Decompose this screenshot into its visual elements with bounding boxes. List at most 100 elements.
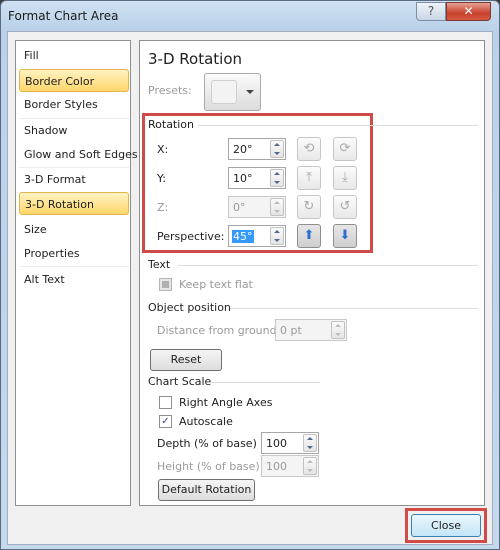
rotate-clockwise-button[interactable]: ↻ — [297, 195, 321, 219]
z-label: Z: — [157, 201, 169, 214]
distance-spinner[interactable] — [331, 321, 345, 339]
z-rotation-value: 0° — [233, 201, 246, 214]
spin-up-icon — [307, 460, 313, 463]
presets-label: Presets: — [148, 84, 192, 97]
default-rotation-button[interactable]: Default Rotation — [158, 479, 255, 501]
perspective-value: 45° — [232, 230, 254, 243]
spin-up-icon — [335, 324, 341, 327]
rotate-up-icon: ⤒ — [306, 170, 312, 185]
rotate-right-icon: ⟳ — [339, 141, 351, 156]
text-heading: Text — [148, 258, 171, 271]
distance-from-ground-input[interactable]: 0 pt — [275, 319, 347, 341]
settings-panel: 3-D Rotation Presets: Rotation X: 20° ⟲ … — [139, 40, 485, 506]
object-position-heading: Object position — [148, 301, 231, 314]
divider — [19, 266, 129, 267]
x-rotation-spinner[interactable] — [270, 140, 284, 158]
presets-dropdown[interactable] — [204, 73, 261, 111]
y-rotation-input[interactable]: 10° — [228, 167, 286, 189]
window-close-button[interactable]: ✕ — [446, 2, 491, 21]
dialog-title: Format Chart Area — [8, 9, 119, 23]
widen-field-icon: ⬇ — [339, 228, 351, 243]
height-label: Height (% of base) — [157, 460, 260, 473]
close-icon: ✕ — [463, 4, 474, 18]
perspective-spinner[interactable] — [270, 227, 284, 245]
spin-up-icon — [274, 201, 280, 204]
x-rotation-value: 20° — [233, 143, 253, 156]
autoscale-label: Autoscale — [179, 415, 233, 428]
section-divider — [230, 308, 478, 309]
spin-up-icon — [274, 230, 280, 233]
help-icon: ? — [427, 4, 435, 18]
nav-item-border-styles[interactable]: Border Styles — [19, 93, 129, 116]
nav-item-fill[interactable]: Fill — [19, 44, 129, 67]
spin-down-icon — [274, 152, 280, 155]
rotate-counterclockwise-icon: ↺ — [339, 199, 351, 214]
distance-from-ground-label: Distance from ground: — [157, 324, 281, 337]
depth-spinner[interactable] — [303, 434, 317, 452]
title-bar[interactable]: Format Chart Area ? ✕ — [1, 1, 499, 31]
keep-text-flat-checkbox[interactable] — [159, 278, 172, 291]
rotate-left-button[interactable]: ⟲ — [297, 137, 321, 161]
section-divider — [210, 382, 320, 383]
spin-down-icon — [335, 333, 341, 336]
z-rotation-spinner[interactable] — [270, 198, 284, 216]
help-button[interactable]: ? — [416, 2, 446, 21]
rotate-right-button[interactable]: ⟳ — [333, 137, 357, 161]
x-rotation-input[interactable]: 20° — [228, 138, 286, 160]
height-input[interactable]: 100 — [261, 455, 319, 477]
checkmark-icon: ✓ — [161, 416, 170, 427]
widen-field-button[interactable]: ⬇ — [333, 224, 357, 248]
close-button[interactable]: Close — [411, 514, 481, 537]
perspective-label: Perspective: — [157, 230, 225, 243]
nav-item-glow-soft-edges[interactable]: Glow and Soft Edges — [19, 143, 138, 166]
narrow-field-icon: ⬆ — [303, 228, 315, 243]
perspective-input[interactable]: 45° — [228, 225, 286, 247]
right-angle-axes-checkbox[interactable] — [159, 396, 172, 409]
nav-item-3d-format[interactable]: 3-D Format — [19, 168, 129, 191]
panel-title: 3-D Rotation — [148, 50, 243, 68]
spin-down-icon — [274, 210, 280, 213]
spin-up-icon — [307, 437, 313, 440]
dialog-body: Fill Border Color Border Styles Shadow G… — [7, 31, 493, 545]
rotate-clockwise-icon: ↻ — [303, 199, 315, 214]
spin-up-icon — [274, 143, 280, 146]
spin-down-icon — [274, 181, 280, 184]
section-divider — [198, 125, 478, 126]
nav-item-alt-text[interactable]: Alt Text — [19, 268, 129, 291]
nav-item-size[interactable]: Size — [19, 218, 129, 241]
y-rotation-spinner[interactable] — [270, 169, 284, 187]
nav-item-shadow[interactable]: Shadow — [19, 119, 129, 142]
rotate-left-icon: ⟲ — [303, 141, 315, 156]
rotate-counterclockwise-button[interactable]: ↺ — [333, 195, 357, 219]
right-angle-axes-label: Right Angle Axes — [179, 396, 273, 409]
nav-item-3d-rotation[interactable]: 3-D Rotation — [19, 192, 129, 215]
height-spinner[interactable] — [303, 457, 317, 475]
category-list: Fill Border Color Border Styles Shadow G… — [15, 40, 138, 506]
section-divider — [178, 265, 478, 266]
preset-swatch — [211, 80, 237, 104]
format-chart-area-dialog: Format Chart Area ? ✕ Fill Border Color … — [0, 0, 500, 550]
rotate-up-button[interactable]: ⤒ — [297, 166, 321, 190]
z-rotation-input[interactable]: 0° — [228, 196, 286, 218]
spin-down-icon — [307, 469, 313, 472]
rotation-heading: Rotation — [148, 118, 195, 131]
depth-value: 100 — [266, 437, 287, 450]
spin-down-icon — [307, 446, 313, 449]
rotate-down-button[interactable]: ⤓ — [333, 166, 357, 190]
reset-button[interactable]: Reset — [150, 349, 222, 371]
y-label: Y: — [157, 172, 166, 185]
autoscale-checkbox[interactable]: ✓ — [159, 415, 172, 428]
spin-down-icon — [274, 239, 280, 242]
chart-scale-heading: Chart Scale — [148, 375, 212, 388]
chevron-down-icon — [246, 90, 254, 94]
nav-item-properties[interactable]: Properties — [19, 242, 129, 265]
depth-label: Depth (% of base) — [157, 437, 257, 450]
nav-item-border-color[interactable]: Border Color — [19, 69, 129, 92]
height-value: 100 — [266, 460, 287, 473]
depth-input[interactable]: 100 — [261, 432, 319, 454]
x-label: X: — [157, 143, 169, 156]
narrow-field-button[interactable]: ⬆ — [297, 224, 321, 248]
keep-text-flat-label: Keep text flat — [179, 278, 253, 291]
distance-from-ground-value: 0 pt — [280, 324, 302, 337]
y-rotation-value: 10° — [233, 172, 253, 185]
